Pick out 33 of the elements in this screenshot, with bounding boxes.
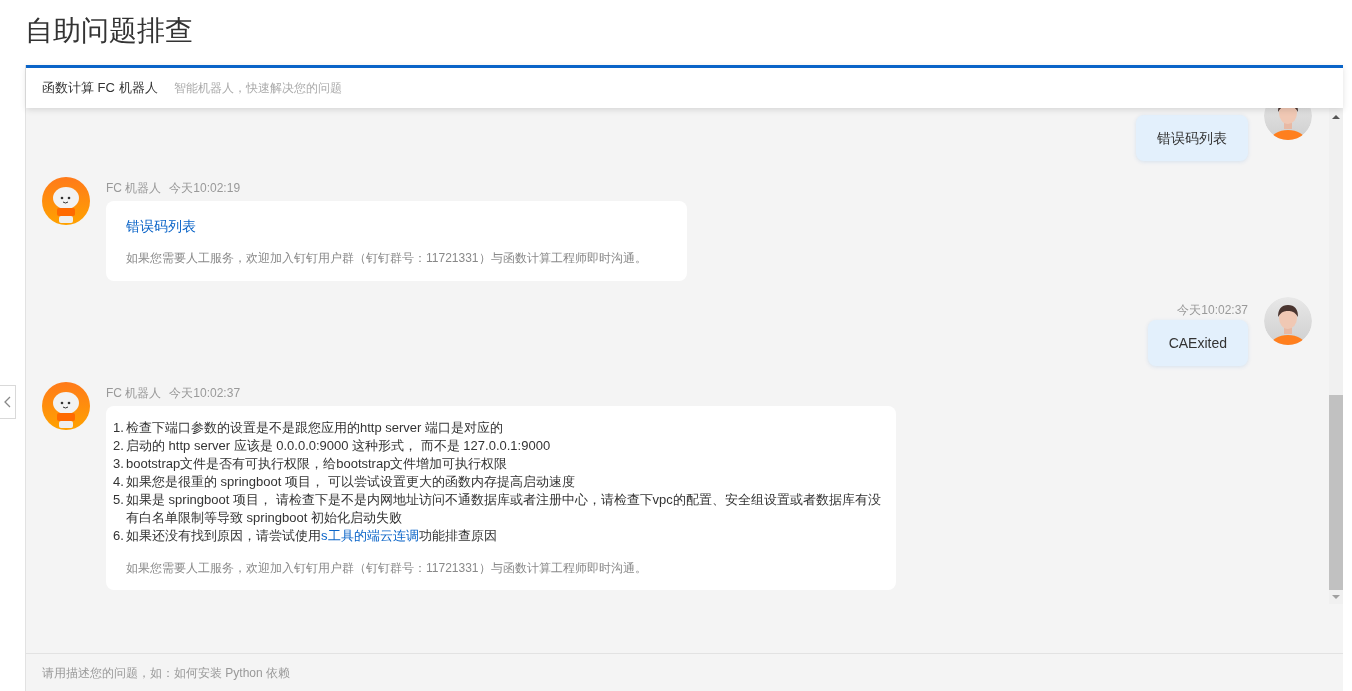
list-item-text: bootstrap文件是否有可执行权限，给bootstrap文件增加可执行权限 xyxy=(126,455,509,473)
message-time: 今天10:02:37 xyxy=(169,385,241,402)
list-item-text: 启动的 http server 应该是 0.0.0.0:9000 这种形式， 而不是 127.0.0.1:9000 xyxy=(126,437,552,455)
robot-avatar xyxy=(42,382,90,430)
support-note: 如果您需要人工服务，欢迎加入钉钉用户群（钉钉群号：11721331）与函数计算工程师即时沟通。 xyxy=(125,560,648,577)
list-number: 5. xyxy=(113,491,125,509)
user-message-bubble: 错误码列表 xyxy=(1136,115,1248,161)
collapse-button[interactable] xyxy=(0,385,16,419)
list-number: 3. xyxy=(113,455,125,473)
list-item-text: 如果您是很重的 springboot 项目， 可以尝试设置更大的函数内存提高启动速度 xyxy=(126,473,576,491)
list-number: 4. xyxy=(113,473,125,491)
robot-avatar xyxy=(42,177,90,225)
list-number: 2. xyxy=(113,437,125,455)
scrollbar[interactable] xyxy=(1329,108,1343,604)
sender-name: FC 机器人 xyxy=(106,385,162,402)
list-item-text: 如果还没有找到原因，请尝试使用s工具的端云连调功能排查原因 xyxy=(126,527,498,545)
sender-name: FC 机器人 xyxy=(106,180,162,197)
chevron-left-icon xyxy=(4,396,11,408)
user-message-bubble: CAExited xyxy=(1147,320,1248,366)
error-code-link[interactable]: 错误码列表 xyxy=(126,215,196,237)
chat-title: 函数计算 FC 机器人 xyxy=(42,79,158,98)
question-input[interactable]: 请用描述您的问题，如：如何安装 Python 依赖 xyxy=(42,663,1327,682)
chat-subtitle: 智能机器人，快速解决您的问题 xyxy=(173,80,342,97)
debug-link[interactable]: s工具的端云连调 xyxy=(321,528,419,543)
support-note: 如果您需要人工服务，欢迎加入钉钉用户群（钉钉群号：11721331）与函数计算工程师即时沟通。 xyxy=(126,250,648,267)
user-avatar xyxy=(1264,297,1312,345)
page-title: 自助问题排查 xyxy=(25,14,193,48)
list-number: 1. xyxy=(113,419,125,437)
message-time: 今天10:02:19 xyxy=(169,180,241,197)
list-item-text: 检查下端口参数的设置是不是跟您应用的http server 端口是对应的 xyxy=(126,419,505,437)
list-item-text: 如果是 springboot 项目， 请检查下是不是内网地址访问不通数据库或者注册中心，请检查下vpc的配置、安全组设置或者数据库有没有白名单限制等导致 springboot 初始化启动失败 xyxy=(126,491,882,527)
message-time: 今天10:02:37 xyxy=(1177,303,1248,317)
list-number: 6. xyxy=(113,527,125,545)
